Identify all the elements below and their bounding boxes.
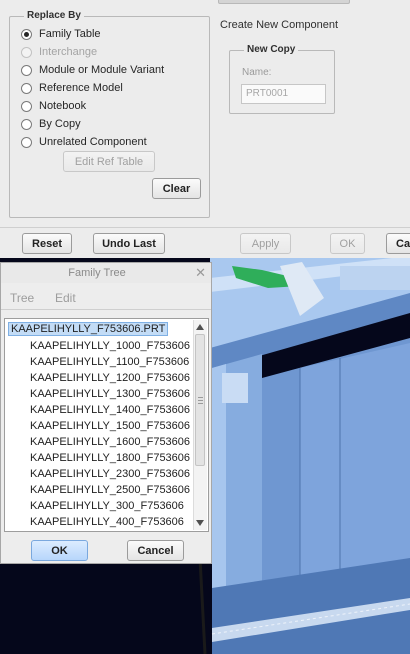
rear-panel [300,343,410,588]
family-tree-list[interactable]: KAAPELIHYLLY_F753606.PRT KAAPELIHYLLY_10… [4,318,209,532]
family-tree-titlebar[interactable]: Family Tree ✕ [1,263,211,283]
tree-item[interactable]: KAAPELIHYLLY_300_F753606 [30,500,184,512]
clear-button[interactable]: Clear [152,178,201,199]
tree-item[interactable]: KAAPELIHYLLY_400_F753606 [30,516,184,528]
dialog-separator [0,227,410,228]
tree-item[interactable]: KAAPELIHYLLY_1300_F753606 [30,388,190,400]
name-input: PRT0001 [241,84,326,104]
radio-button[interactable] [21,118,32,130]
scroll-up-icon[interactable] [196,324,204,330]
apply-button: Apply [240,233,291,254]
tree-item[interactable]: KAAPELIHYLLY_1000_F753606 [30,340,190,352]
replace-by-legend: Replace By [24,10,84,21]
radio-label: Family Table [39,28,101,40]
radio-label: Interchange [39,46,98,58]
tree-item[interactable]: KAAPELIHYLLY_1100_F753606 [30,356,189,368]
grip-line [198,403,203,404]
create-new-component-label: Create New Component [220,19,339,31]
tree-item[interactable]: KAAPELIHYLLY_1500_F753606 [30,420,190,432]
radio-button-checked[interactable] [21,28,32,40]
replace-dialog: Replace By Family Table Interchange Modu… [0,0,410,258]
radio-family-table[interactable]: Family Table [21,26,101,42]
name-label: Name: [242,67,272,78]
tree-item[interactable]: KAAPELIHYLLY_1200_F753606 [30,372,190,384]
column-connector [222,373,248,403]
radio-label: Unrelated Component [39,136,147,148]
reset-button[interactable]: Reset [22,233,72,254]
family-tree-dialog: Family Tree ✕ Tree Edit KAAPELIHYLLY_F75… [0,262,212,564]
radio-unrelated-component[interactable]: Unrelated Component [21,134,147,150]
tree-root-item[interactable]: KAAPELIHYLLY_F753606.PRT [8,322,169,336]
tree-item[interactable]: KAAPELIHYLLY_1600_F753606 [30,436,190,448]
grip-line [198,400,203,401]
new-copy-legend: New Copy [244,44,299,55]
radio-button[interactable] [21,82,32,94]
vertical-scrollbar[interactable] [193,320,207,530]
radio-button[interactable] [21,136,32,148]
scrollbar-thumb[interactable] [195,334,205,466]
menu-tree[interactable]: Tree [10,291,34,305]
family-tree-menubar: Tree Edit [1,285,211,310]
family-tree-title: Family Tree [68,267,126,279]
cancel-button[interactable]: Ca [386,233,410,254]
family-tree-ok-button[interactable]: OK [31,540,88,561]
radio-label: By Copy [39,118,81,130]
top-button-edge [218,0,350,4]
scroll-down-icon[interactable] [196,520,204,526]
radio-module-variant[interactable]: Module or Module Variant [21,62,164,78]
tree-item[interactable]: KAAPELIHYLLY_2500_F753606 [30,484,190,496]
radio-interchange: Interchange [21,44,97,60]
radio-label: Module or Module Variant [39,64,165,76]
tree-item[interactable]: KAAPELIHYLLY_1800_F753606 [30,452,190,464]
edit-ref-table-button: Edit Ref Table [63,151,155,172]
radio-button-disabled [21,46,32,58]
grip-line [198,397,203,398]
upper-bracket [340,266,410,290]
menu-edit[interactable]: Edit [55,291,76,305]
tree-item[interactable]: KAAPELIHYLLY_2300_F753606 [30,468,190,480]
family-tree-cancel-button[interactable]: Cancel [127,540,184,561]
replace-by-group: Replace By Family Table Interchange Modu… [9,10,210,218]
radio-reference-model[interactable]: Reference Model [21,80,123,96]
ok-button: OK [330,233,365,254]
radio-button[interactable] [21,64,32,76]
cable-line [198,557,207,654]
close-icon[interactable]: ✕ [195,265,206,281]
radio-button[interactable] [21,100,32,112]
tree-item[interactable]: KAAPELIHYLLY_1400_F753606 [30,404,190,416]
new-copy-group: New Copy Name: PRT0001 [229,44,335,114]
undo-last-button[interactable]: Undo Last [93,233,165,254]
radio-label: Notebook [39,100,87,112]
radio-notebook[interactable]: Notebook [21,98,86,114]
radio-by-copy[interactable]: By Copy [21,116,81,132]
radio-label: Reference Model [39,82,123,94]
